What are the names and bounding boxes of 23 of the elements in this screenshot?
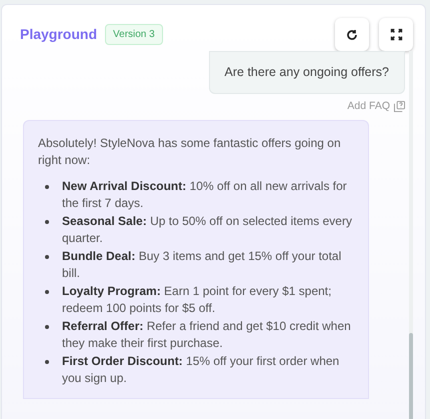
panel-title: Playground [20, 25, 98, 44]
message-intro: Absolutely! StyleNova has some fantastic offers going on right now: [38, 134, 342, 169]
bullet-icon [45, 184, 49, 188]
scrollbar-thumb[interactable] [409, 333, 413, 419]
user-message: Are there any ongoing offers? [208, 51, 405, 94]
offer-item: Loyalty Program: Earn 1 point for every $1 spent; redeem 100 points for $5 off. [62, 282, 332, 317]
bullet-icon [45, 254, 49, 258]
offer-item: Bundle Deal: Buy 3 items and get 15% off your total bill. [62, 248, 342, 282]
expand-button[interactable] [379, 18, 413, 51]
expand-icon [390, 28, 402, 41]
version-tag: Version 3 [105, 24, 163, 45]
refresh-icon [346, 28, 358, 40]
bullet-icon [45, 360, 49, 364]
faq-icon [394, 101, 405, 112]
bullet-icon [45, 290, 49, 294]
offer-item: New Arrival Discount: 10% off on all new arrivals for the first 7 days. [62, 178, 348, 212]
offer-item: Seasonal Sale: Up to 50% off on selected items every quarter. [62, 212, 353, 247]
offer-item: First Order Discount: 15% off your first order when you sign up. [62, 352, 340, 387]
bullet-icon [45, 324, 49, 328]
refresh-button[interactable] [335, 18, 369, 51]
bullet-icon [45, 220, 49, 224]
add-faq-button[interactable]: Add FAQ [347, 98, 405, 114]
offer-item: Referral Offer: Refer a friend and get $10 credit when they make their first purchase. [62, 318, 352, 352]
